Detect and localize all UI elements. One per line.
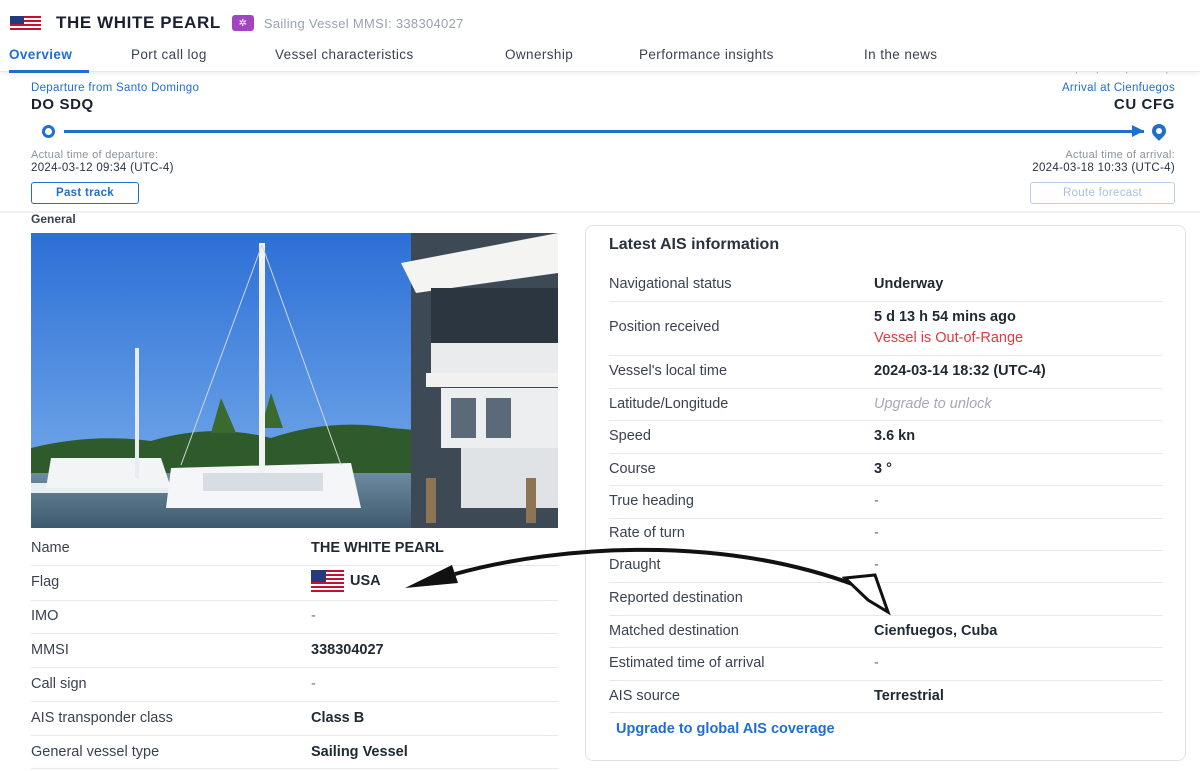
upgrade-ais-coverage-link[interactable]: Upgrade to global AIS coverage — [616, 721, 835, 737]
ais-source-value: Terrestrial — [874, 688, 944, 704]
imo-value: - — [311, 608, 316, 624]
ata-value: 2024-03-18 10:33 (UTC-4) — [1032, 162, 1175, 174]
tab-ownership[interactable]: Ownership — [505, 44, 573, 72]
ata-label: Actual time of arrival: — [1065, 149, 1175, 161]
title-row: THE WHITE PEARL ✲ Sailing Vessel MMSI: 3… — [10, 12, 464, 34]
row-divider — [31, 768, 558, 769]
general-section-title: General — [31, 212, 76, 226]
eta-label: Estimated time of arrival — [609, 655, 765, 671]
origin-circle-icon — [42, 125, 55, 138]
speed-value: 3.6 kn — [874, 428, 916, 444]
imo-label: IMO — [31, 608, 59, 624]
vessel-photo-illustration — [31, 233, 558, 528]
vessel-name: THE WHITE PEARL — [56, 13, 221, 32]
vessel-type-value: Sailing Vessel — [311, 744, 408, 760]
row-divider — [609, 420, 1163, 421]
arrival-label[interactable]: Arrival at Cienfuegos — [1062, 82, 1175, 94]
nav-status-value: Underway — [874, 276, 944, 292]
row-divider — [31, 667, 558, 668]
out-of-range-status: Vessel is Out-of-Range — [874, 330, 1024, 346]
true-heading-label: True heading — [609, 493, 694, 509]
past-track-button[interactable]: Past track — [31, 182, 139, 204]
row-divider — [609, 518, 1163, 519]
call-sign-label: Call sign — [31, 676, 87, 692]
row-divider — [609, 680, 1163, 681]
matched-destination-label: Matched destination — [609, 623, 739, 639]
tab-performance-insights[interactable]: Performance insights — [639, 44, 774, 72]
rate-of-turn-value: - — [874, 525, 879, 541]
us-flag-icon — [10, 15, 41, 31]
matched-destination-value[interactable]: Cienfuegos, Cuba — [874, 623, 997, 639]
row-divider — [31, 633, 558, 634]
atd-value: 2024-03-12 09:34 (UTC-4) — [31, 162, 174, 174]
local-time-value: 2024-03-14 18:32 (UTC-4) — [874, 363, 1046, 379]
ais-source-label: AIS source — [609, 688, 680, 704]
row-divider — [609, 582, 1163, 583]
destination-pin-icon — [1149, 121, 1169, 141]
departure-port-code: DO SDQ — [31, 96, 94, 113]
row-divider — [31, 701, 558, 702]
position-received-label: Position received — [609, 319, 720, 335]
route-forecast-button[interactable]: Route forecast — [1030, 182, 1175, 204]
row-divider — [31, 735, 558, 736]
tab-in-the-news[interactable]: In the news — [864, 44, 937, 72]
speed-label: Speed — [609, 428, 651, 444]
sailing-vessel-icon: ✲ — [231, 15, 254, 31]
row-divider — [609, 615, 1163, 616]
arrow-right-icon — [1132, 125, 1144, 137]
call-sign-value: - — [311, 676, 316, 692]
flag-label: Flag — [31, 574, 60, 590]
row-divider — [609, 647, 1163, 648]
row-divider — [609, 550, 1163, 551]
course-value: 3 ° — [874, 461, 892, 477]
arrow-left-icon — [405, 565, 458, 588]
draught-label: Draught — [609, 557, 661, 573]
tab-vessel-characteristics[interactable]: Vessel characteristics — [275, 44, 414, 72]
mmsi-value: 338304027 — [311, 642, 384, 658]
tab-overview[interactable]: Overview — [9, 44, 89, 73]
vessel-type-label: General vessel type — [31, 744, 160, 760]
name-label: Name — [31, 540, 70, 556]
vessel-header: THE WHITE PEARL ✲ Sailing Vessel MMSI: 3… — [0, 0, 1200, 73]
vessel-photo[interactable] — [31, 233, 558, 528]
name-value: THE WHITE PEARL — [311, 540, 444, 556]
true-heading-value: - — [874, 493, 879, 509]
vessel-subtitle: Sailing Vessel MMSI: 338304027 — [263, 15, 464, 31]
row-divider — [609, 301, 1163, 302]
ais-class-value: Class B — [311, 710, 365, 726]
mmsi-label: MMSI — [31, 642, 69, 658]
position-received-value: 5 d 13 h 54 mins ago — [874, 309, 1016, 325]
lat-lon-upgrade-link[interactable]: Upgrade to unlock — [874, 396, 992, 412]
row-divider — [609, 453, 1163, 454]
tab-port-call-log[interactable]: Port call log — [131, 44, 207, 72]
row-divider — [609, 712, 1163, 713]
row-divider — [31, 565, 558, 566]
row-divider — [609, 355, 1163, 356]
departure-label[interactable]: Departure from Santo Domingo — [31, 82, 199, 94]
reported-destination-label: Reported destination — [609, 590, 743, 606]
row-divider — [609, 388, 1163, 389]
flag-country: USA — [350, 573, 381, 589]
atd-label: Actual time of departure: — [31, 149, 159, 161]
draught-value: - — [874, 557, 879, 573]
ais-class-label: AIS transponder class — [31, 710, 173, 726]
flag-value: USA — [311, 570, 381, 592]
nav-status-label: Navigational status — [609, 276, 732, 292]
rate-of-turn-label: Rate of turn — [609, 525, 685, 541]
local-time-label: Vessel's local time — [609, 363, 728, 379]
row-divider — [31, 600, 558, 601]
route-progress-line — [64, 130, 1144, 133]
row-divider — [609, 485, 1163, 486]
us-flag-icon — [311, 570, 344, 592]
eta-value: - — [874, 655, 879, 671]
section-divider — [0, 211, 1200, 213]
ais-card-title: Latest AIS information — [609, 236, 780, 253]
lat-lon-label: Latitude/Longitude — [609, 396, 729, 412]
course-label: Course — [609, 461, 656, 477]
arrival-port-code: CU CFG — [1113, 96, 1175, 113]
